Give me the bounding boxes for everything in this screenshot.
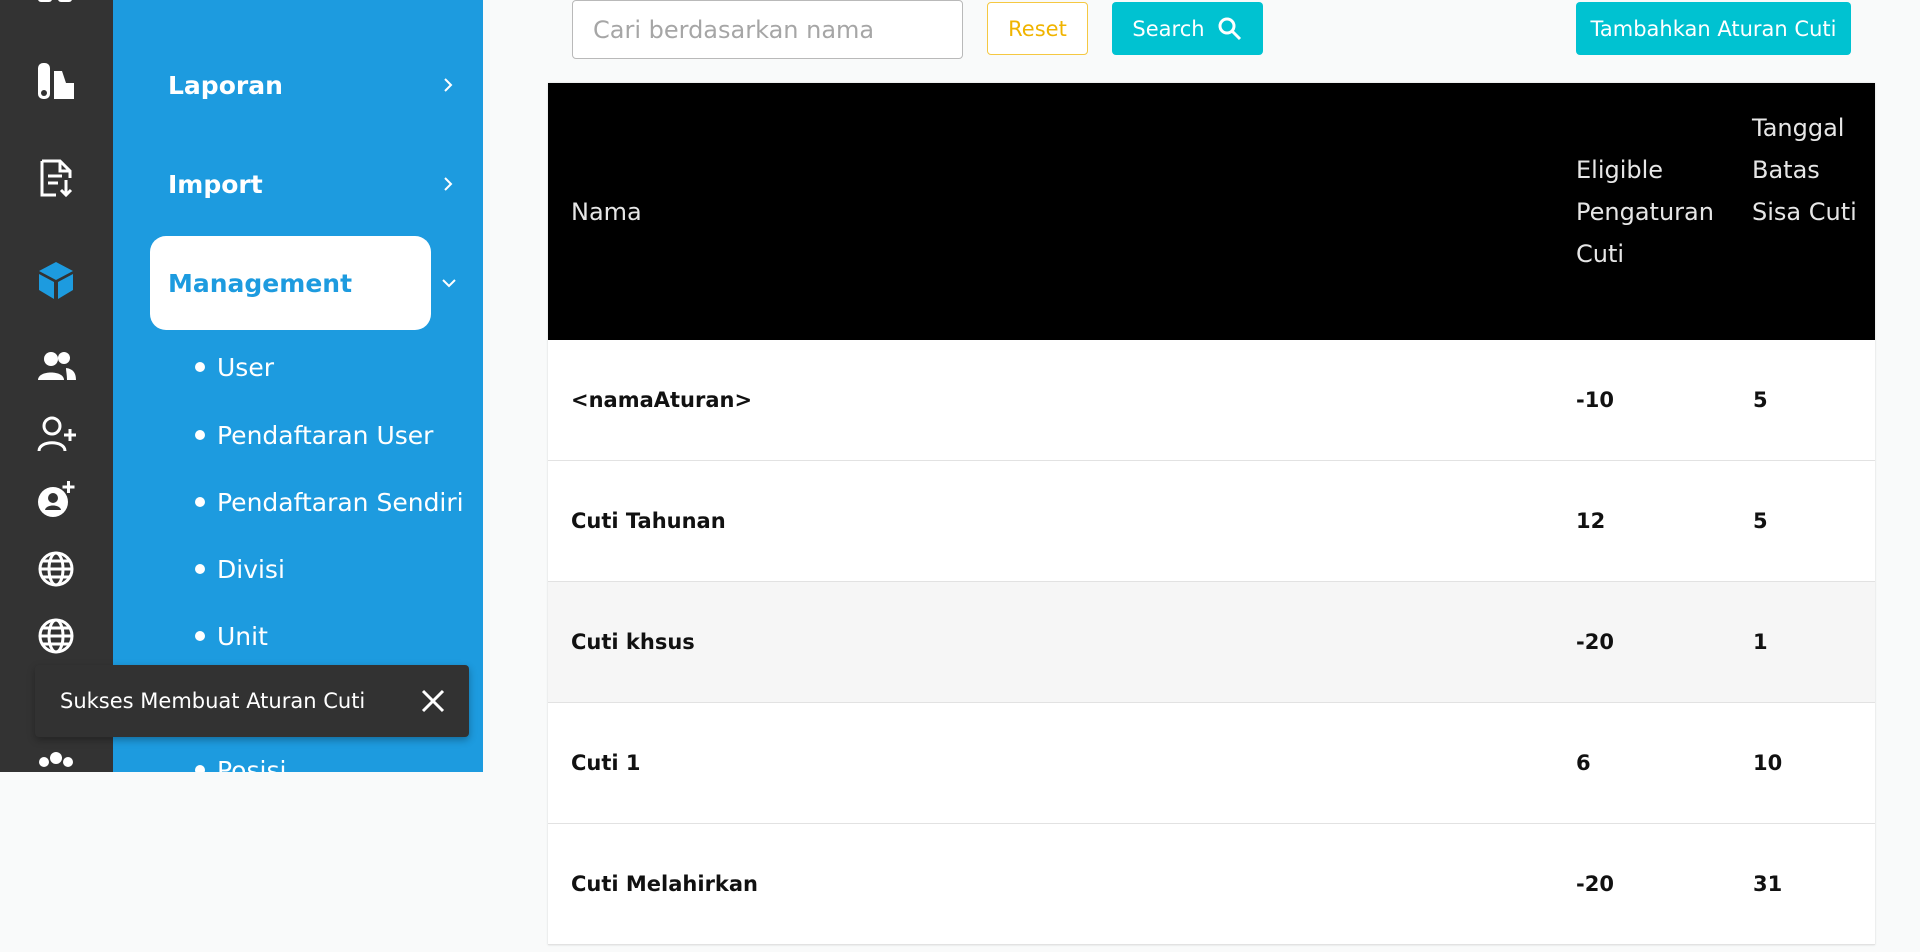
chevron-down-icon bbox=[442, 279, 456, 288]
bullet-icon bbox=[195, 765, 205, 772]
bullet-icon bbox=[195, 564, 205, 574]
cell-eligible: -20 bbox=[1576, 872, 1614, 896]
table-header: Nama Eligible Pengaturan Cuti Tanggal Ba… bbox=[548, 83, 1875, 340]
search-icon bbox=[1218, 17, 1241, 40]
search-button[interactable]: Search bbox=[1112, 2, 1263, 55]
cell-tanggal: 31 bbox=[1753, 872, 1783, 896]
sidebar-subitem-divisi[interactable]: Divisi bbox=[195, 549, 285, 589]
add-leave-rule-button[interactable]: Tambahkan Aturan Cuti bbox=[1576, 2, 1851, 55]
chevron-right-icon bbox=[444, 78, 453, 92]
toast-notification: Sukses Membuat Aturan Cuti bbox=[35, 665, 469, 737]
chart-icon[interactable] bbox=[36, 61, 76, 101]
cell-tanggal: 5 bbox=[1753, 509, 1768, 533]
bullet-icon bbox=[195, 430, 205, 440]
cell-tanggal: 1 bbox=[1753, 630, 1768, 654]
sidebar-subitem-label: Pendaftaran User bbox=[217, 420, 434, 450]
leave-rules-table: Nama Eligible Pengaturan Cuti Tanggal Ba… bbox=[548, 83, 1875, 945]
icon-rail bbox=[0, 0, 113, 772]
reset-button[interactable]: Reset bbox=[987, 2, 1088, 55]
sidebar-subitem-unit[interactable]: Unit bbox=[195, 616, 268, 656]
sidebar-panel: Laporan Import Management User Pendaftar… bbox=[113, 0, 483, 772]
cell-nama: Cuti Melahirkan bbox=[571, 872, 759, 896]
sidebar-subitem-user[interactable]: User bbox=[195, 347, 274, 387]
bullet-icon bbox=[195, 631, 205, 641]
table-row[interactable]: Cuti 1 6 10 bbox=[548, 703, 1875, 824]
account-plus-icon[interactable] bbox=[36, 480, 76, 520]
search-button-label: Search bbox=[1132, 16, 1205, 41]
cell-eligible: -20 bbox=[1576, 630, 1614, 654]
bullet-icon bbox=[195, 362, 205, 372]
globe-icon[interactable] bbox=[36, 549, 76, 589]
sidebar-item-laporan[interactable]: Laporan bbox=[150, 38, 453, 132]
sidebar-subitem-pendaftaran-user[interactable]: Pendaftaran User bbox=[195, 415, 433, 455]
sidebar-subitem-label: Divisi bbox=[217, 554, 285, 584]
close-icon[interactable] bbox=[419, 687, 447, 715]
column-header-tanggal[interactable]: Tanggal Batas Sisa Cuti bbox=[1752, 107, 1862, 233]
table-row[interactable]: Cuti khsus -20 1 bbox=[548, 582, 1875, 703]
cell-tanggal: 10 bbox=[1753, 751, 1783, 775]
cube-icon[interactable] bbox=[36, 260, 76, 300]
cell-eligible: 6 bbox=[1576, 751, 1591, 775]
column-header-eligible[interactable]: Eligible Pengaturan Cuti bbox=[1576, 149, 1726, 275]
reset-button-label: Reset bbox=[1008, 16, 1067, 41]
column-header-nama[interactable]: Nama bbox=[571, 191, 642, 233]
sidebar-item-label: Management bbox=[168, 268, 353, 298]
cell-nama: Cuti 1 bbox=[571, 751, 641, 775]
table-row[interactable]: Cuti Tahunan 12 5 bbox=[548, 461, 1875, 582]
sidebar-item-management[interactable]: Management bbox=[150, 236, 456, 330]
sidebar-subitem-label: Pendaftaran Sendiri bbox=[217, 487, 464, 517]
sidebar-subitem-label: Unit bbox=[217, 621, 268, 651]
toast-message: Sukses Membuat Aturan Cuti bbox=[60, 689, 366, 713]
document-download-icon[interactable] bbox=[36, 158, 76, 198]
cell-nama: <namaAturan> bbox=[571, 388, 753, 412]
cell-nama: Cuti Tahunan bbox=[571, 509, 726, 533]
add-user-icon[interactable] bbox=[36, 414, 76, 454]
table-row[interactable]: Cuti Melahirkan -20 31 bbox=[548, 824, 1875, 945]
globe-alt-icon[interactable] bbox=[36, 616, 76, 656]
table-row[interactable]: <namaAturan> -10 5 bbox=[548, 340, 1875, 461]
users-icon[interactable] bbox=[36, 346, 76, 386]
cell-nama: Cuti khsus bbox=[571, 630, 695, 654]
sidebar-subitem-label: Posisi bbox=[217, 755, 287, 773]
sidebar-item-label: Laporan bbox=[168, 70, 283, 100]
sidebar-subitem-pendaftaran-sendiri[interactable]: Pendaftaran Sendiri bbox=[195, 482, 464, 522]
sidebar-subitem-posisi[interactable]: Posisi bbox=[195, 750, 286, 772]
sidebar-item-label: Import bbox=[168, 169, 263, 199]
cell-eligible: -10 bbox=[1576, 388, 1614, 412]
chevron-right-icon bbox=[444, 177, 453, 191]
top-partial-icon[interactable] bbox=[36, 0, 76, 20]
add-leave-rule-label: Tambahkan Aturan Cuti bbox=[1590, 16, 1837, 41]
bullet-icon bbox=[195, 497, 205, 507]
group-icon[interactable] bbox=[36, 748, 76, 788]
sidebar-item-import[interactable]: Import bbox=[150, 137, 453, 231]
cell-eligible: 12 bbox=[1576, 509, 1606, 533]
search-input[interactable] bbox=[572, 0, 963, 59]
sidebar-subitem-label: User bbox=[217, 352, 274, 382]
cell-tanggal: 5 bbox=[1753, 388, 1768, 412]
